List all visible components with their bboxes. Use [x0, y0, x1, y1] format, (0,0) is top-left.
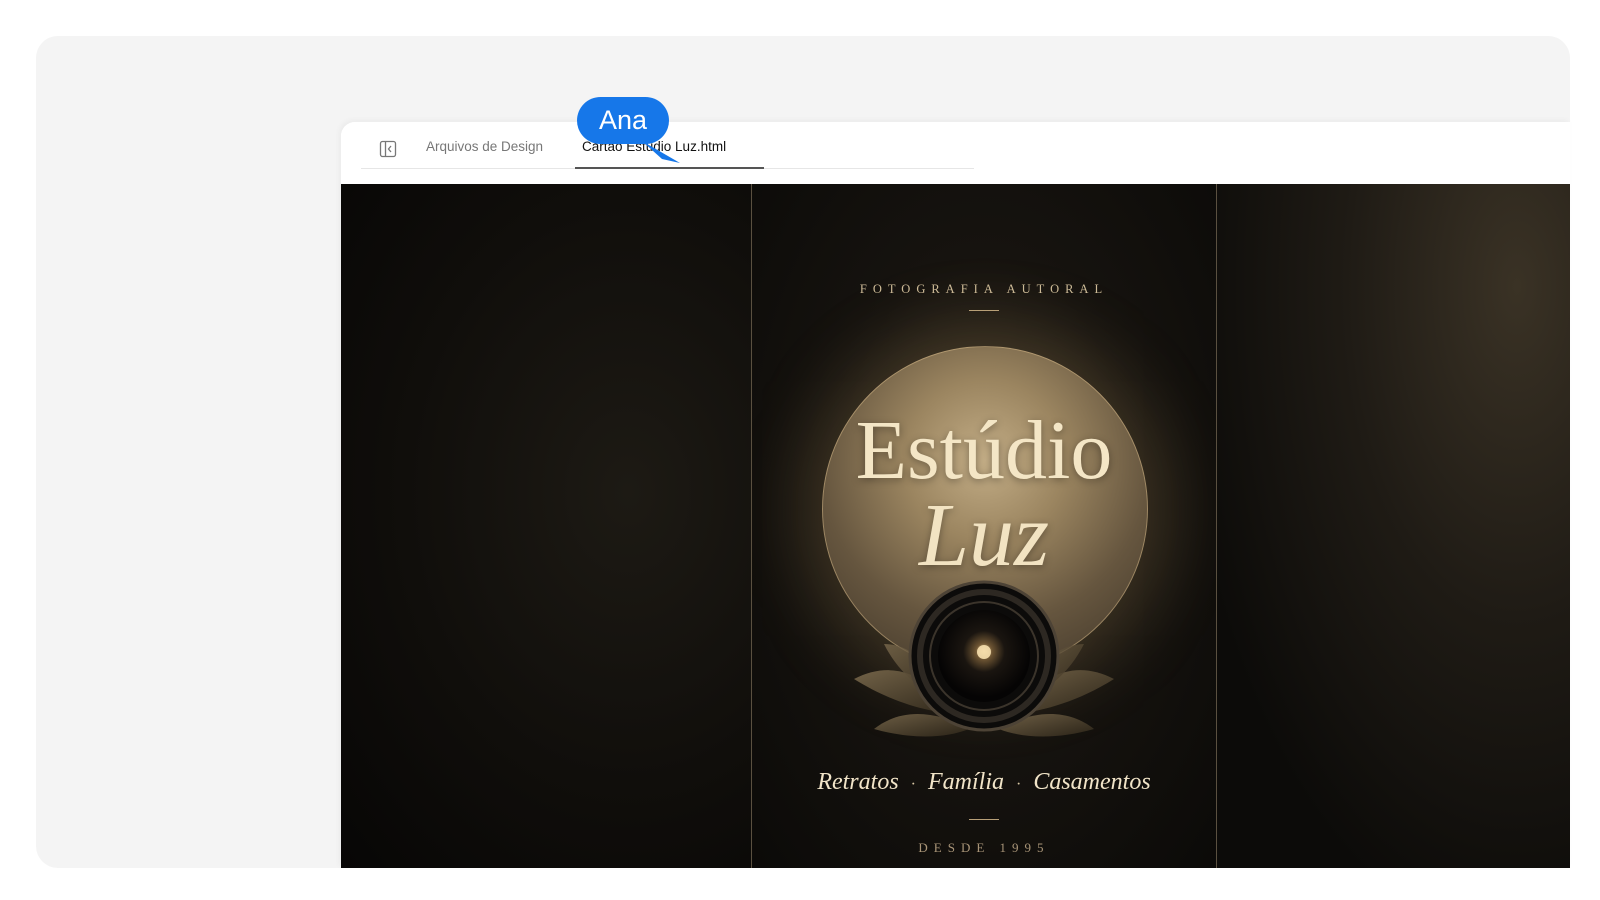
camera-lens-illustration	[854, 580, 1114, 737]
collaborator-cursor-icon	[642, 141, 680, 163]
backdrop-left	[341, 184, 751, 868]
footer-divider	[969, 819, 999, 820]
business-card: FOTOGRAFIA AUTORAL Estúdio Luz Retratos …	[751, 184, 1217, 868]
card-kicker: FOTOGRAFIA AUTORAL	[859, 282, 1109, 296]
service-weddings: Casamentos	[1033, 769, 1151, 795]
separator-dot: ·	[910, 776, 916, 793]
separator-dot: ·	[1015, 776, 1022, 793]
since-text: DESDE 1995	[918, 840, 1050, 855]
sidebar-toggle-icon[interactable]	[378, 139, 398, 159]
tab-bar: Arquivos de Design Cartão Estúdio Luz.ht…	[341, 122, 1570, 184]
tab-design-files-label: Arquivos de Design	[426, 139, 544, 154]
services-line: Retratos · Família · Casamentos	[752, 769, 1216, 796]
kicker-divider	[969, 310, 999, 311]
service-family: Família	[927, 769, 1004, 795]
browser-window: Arquivos de Design Cartão Estúdio Luz.ht…	[341, 122, 1570, 868]
service-portraits: Retratos	[817, 769, 899, 795]
preview-viewport: FOTOGRAFIA AUTORAL Estúdio Luz Retratos …	[341, 184, 1570, 868]
active-tab-indicator	[575, 167, 764, 169]
backdrop-right	[1216, 184, 1570, 868]
tab-design-files[interactable]: Arquivos de Design	[426, 139, 543, 169]
